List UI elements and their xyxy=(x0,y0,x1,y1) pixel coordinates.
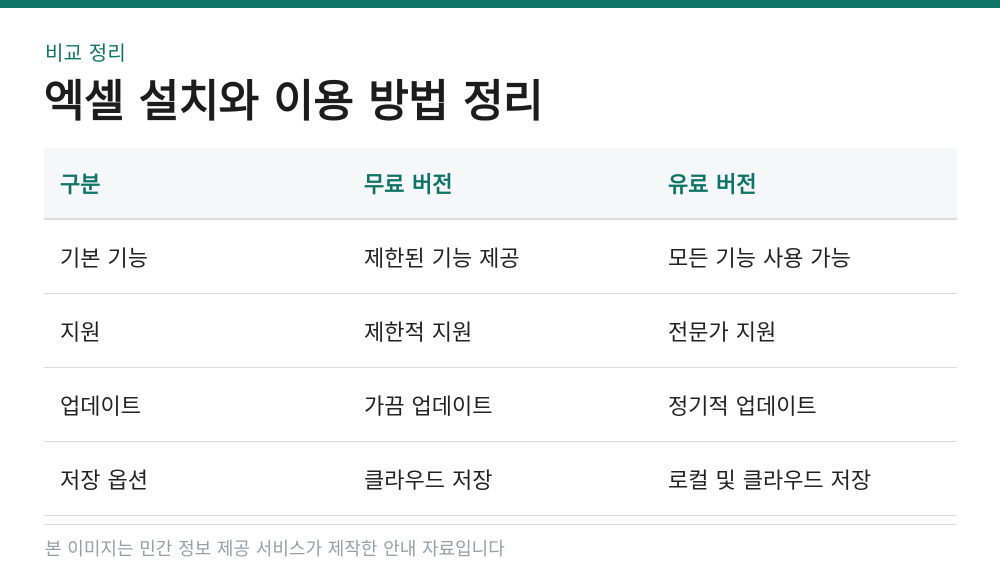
table-cell-free: 제한적 지원 xyxy=(364,320,473,346)
table-cell-category: 업데이트 xyxy=(60,394,141,420)
table-cell-free: 가끔 업데이트 xyxy=(364,394,493,420)
table-cell-paid: 전문가 지원 xyxy=(668,320,777,346)
table-row: 지원 제한적 지원 전문가 지원 xyxy=(44,294,957,368)
column-header-paid: 유료 버전 xyxy=(668,173,757,198)
eyebrow-label: 비교 정리 xyxy=(45,41,126,65)
top-accent-bar xyxy=(0,0,1000,8)
table-cell-free: 제한된 기능 제공 xyxy=(364,246,520,272)
footer-divider xyxy=(44,524,957,525)
comparison-table: 구분 무료 버전 유료 버전 기본 기능 제한된 기능 제공 모든 기능 사용 … xyxy=(44,148,957,516)
table-row: 기본 기능 제한된 기능 제공 모든 기능 사용 가능 xyxy=(44,220,957,294)
table-cell-paid: 로컬 및 클라우드 저장 xyxy=(668,468,872,494)
table-row: 저장 옵션 클라우드 저장 로컬 및 클라우드 저장 xyxy=(44,442,957,516)
table-cell-category: 저장 옵션 xyxy=(60,468,148,494)
table-cell-free: 클라우드 저장 xyxy=(364,468,493,494)
page-title: 엑셀 설치와 이용 방법 정리 xyxy=(44,76,544,127)
table-cell-paid: 모든 기능 사용 가능 xyxy=(668,246,851,272)
column-header-category: 구분 xyxy=(60,173,101,198)
footnote: 본 이미지는 민간 정보 제공 서비스가 제작한 안내 자료입니다 xyxy=(45,539,505,560)
table-cell-category: 지원 xyxy=(60,320,101,346)
table-row: 업데이트 가끔 업데이트 정기적 업데이트 xyxy=(44,368,957,442)
table-cell-paid: 정기적 업데이트 xyxy=(668,394,817,420)
table-header-row: 구분 무료 버전 유료 버전 xyxy=(44,148,957,220)
table-cell-category: 기본 기능 xyxy=(60,246,148,272)
column-header-free: 무료 버전 xyxy=(364,173,453,198)
